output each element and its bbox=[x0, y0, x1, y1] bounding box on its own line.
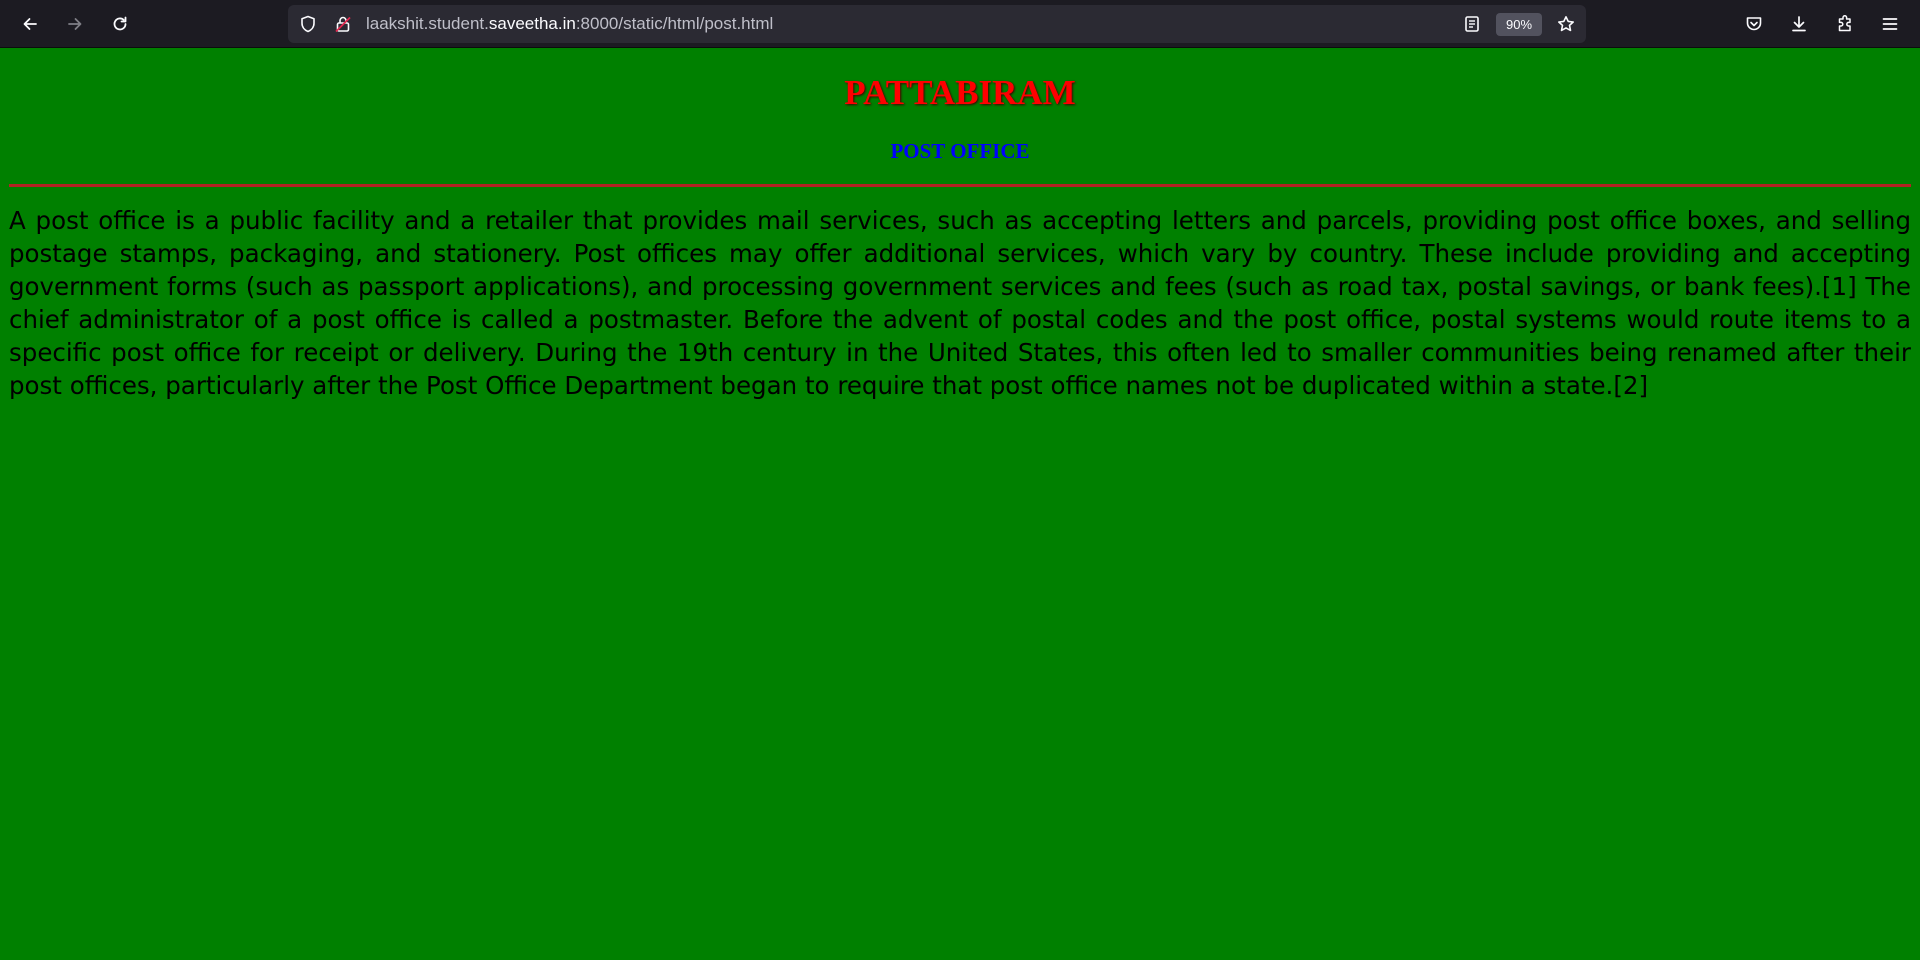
horizontal-rule bbox=[9, 184, 1911, 187]
page-heading: PATTABIRAM bbox=[844, 73, 1076, 112]
extensions-icon bbox=[1838, 14, 1851, 32]
app-menu-button[interactable] bbox=[1874, 8, 1906, 40]
insecure-lock-icon[interactable] bbox=[333, 14, 353, 34]
reload-button[interactable] bbox=[104, 8, 136, 40]
menu-icon bbox=[1882, 18, 1898, 30]
page-content: PATTABIRAM POST OFFICE A post office is … bbox=[0, 48, 1920, 960]
zoom-level-badge[interactable]: 90% bbox=[1496, 13, 1542, 36]
page-subheading: POST OFFICE bbox=[890, 139, 1030, 163]
url-prefix: laakshit.student. bbox=[366, 14, 489, 33]
back-button[interactable] bbox=[14, 8, 46, 40]
url-suffix: :8000/static/html/post.html bbox=[575, 14, 774, 33]
reload-icon bbox=[113, 16, 127, 31]
extensions-button[interactable] bbox=[1829, 8, 1861, 40]
forward-button[interactable] bbox=[59, 8, 91, 40]
pocket-icon bbox=[1746, 17, 1762, 31]
forward-icon bbox=[68, 18, 82, 30]
address-bar[interactable]: laakshit.student.saveetha.in:8000/static… bbox=[288, 5, 1586, 43]
downloads-button[interactable] bbox=[1783, 8, 1815, 40]
url-text[interactable]: laakshit.student.saveetha.in:8000/static… bbox=[366, 5, 773, 43]
reader-view-icon[interactable] bbox=[1462, 14, 1482, 34]
browser-toolbar: laakshit.student.saveetha.in:8000/static… bbox=[0, 0, 1920, 48]
back-icon bbox=[23, 18, 37, 30]
body-paragraph: A post office is a public facility and a… bbox=[9, 206, 1911, 400]
shield-icon[interactable] bbox=[298, 14, 318, 34]
downloads-icon bbox=[1792, 16, 1806, 32]
url-domain: saveetha.in bbox=[488, 14, 576, 33]
bookmark-star-icon[interactable] bbox=[1556, 14, 1576, 34]
pocket-button[interactable] bbox=[1738, 8, 1770, 40]
